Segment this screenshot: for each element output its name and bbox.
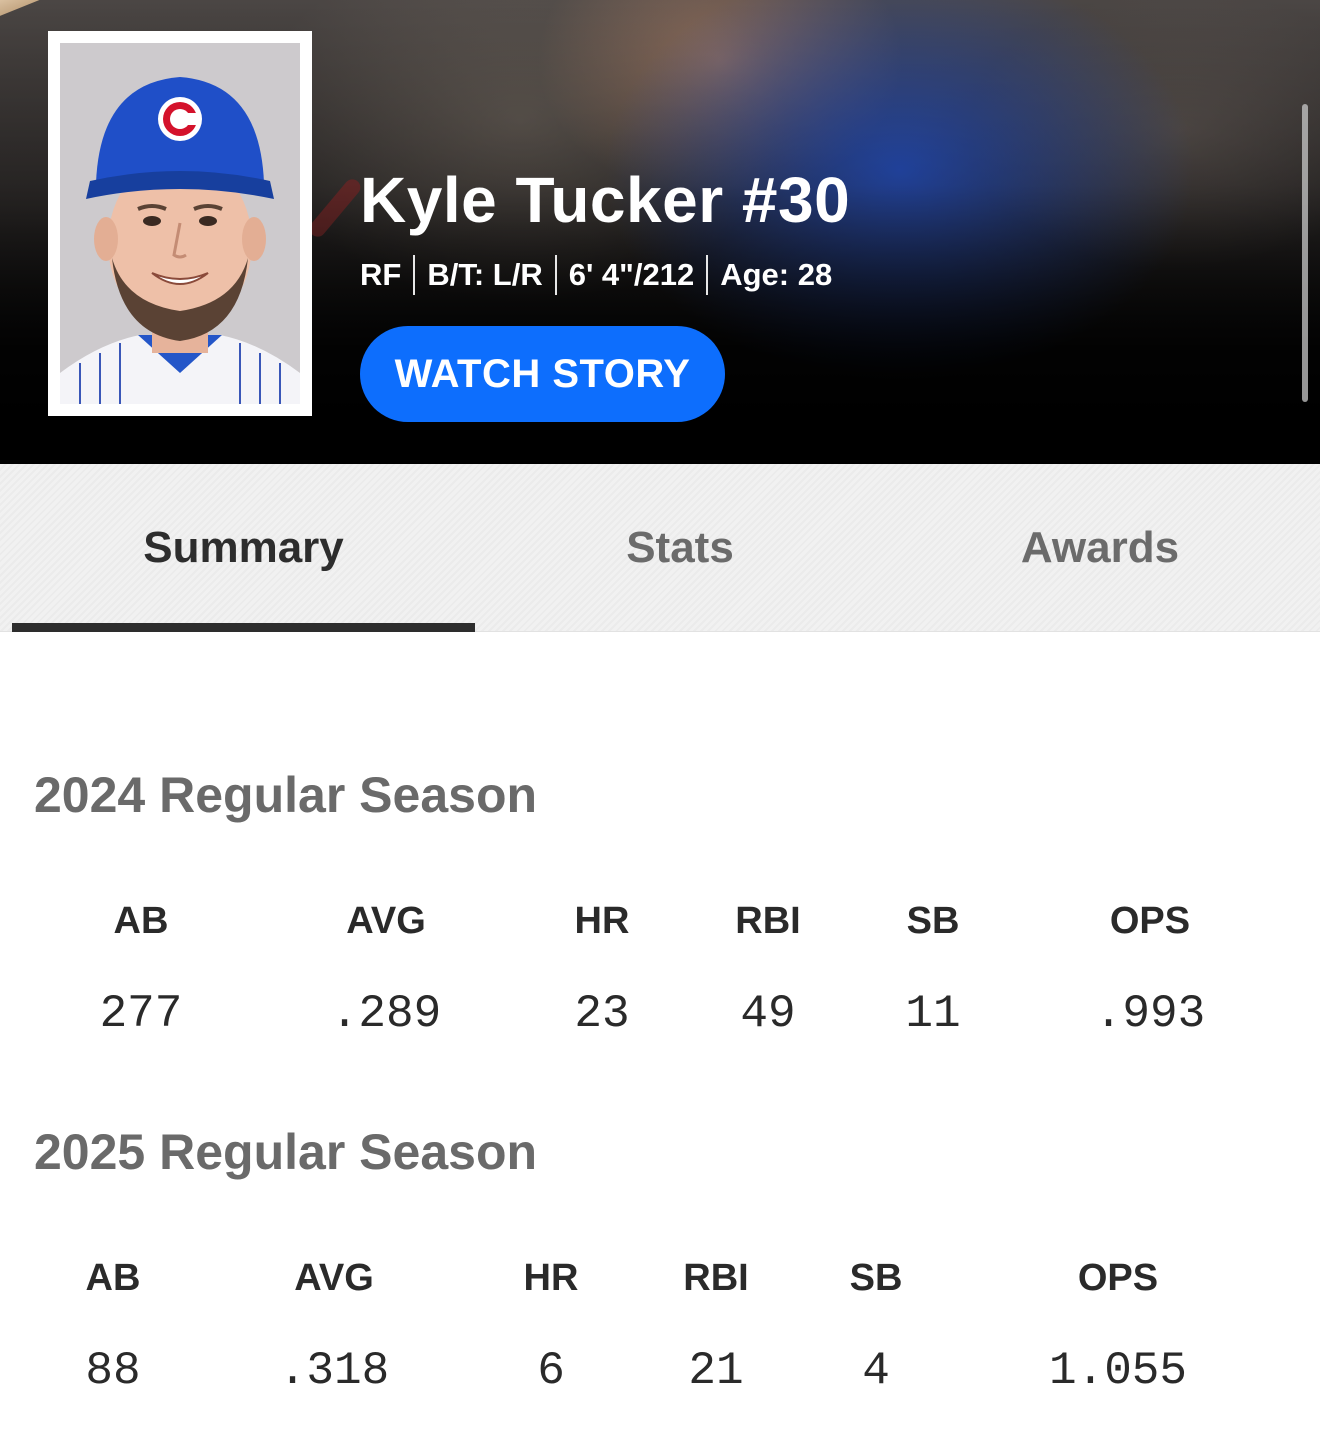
- stat-sb: SB 4: [776, 1255, 976, 1399]
- stat-value: .289: [330, 988, 442, 1040]
- stat-label: AVG: [294, 1257, 374, 1299]
- player-headshot-frame: [48, 31, 312, 416]
- player-height-weight: 6' 4"/212: [568, 257, 695, 292]
- player-age: Age: 28: [720, 257, 833, 292]
- player-name: Kyle Tucker #30: [360, 164, 851, 236]
- stat-value: 4: [862, 1345, 890, 1397]
- stat-ops: OPS 1.055: [1018, 1255, 1218, 1399]
- stat-value: 11: [905, 988, 961, 1040]
- stat-label: SB: [906, 900, 960, 942]
- stat-label: OPS: [1077, 1257, 1159, 1299]
- stat-ops: OPS .993: [1050, 898, 1250, 1042]
- watch-story-button[interactable]: WATCH STORY: [360, 326, 725, 422]
- tab-awards[interactable]: Awards: [880, 464, 1320, 632]
- stat-value: .318: [278, 1345, 390, 1397]
- stat-ab: AB 277: [41, 898, 241, 1042]
- stat-ab: AB 88: [13, 1255, 213, 1399]
- player-bats-throws: B/T: L/R: [427, 257, 543, 292]
- stat-label: AB: [113, 900, 169, 942]
- player-meta: RF B/T: L/R 6' 4"/212 Age: 28: [360, 253, 832, 297]
- stat-sb: SB 11: [833, 898, 1033, 1042]
- scrollbar[interactable]: [1302, 104, 1308, 402]
- season-title-2024: 2024 Regular Season: [34, 767, 538, 823]
- stat-label: OPS: [1109, 900, 1191, 942]
- stat-label: AB: [85, 1257, 141, 1299]
- stat-avg: AVG .318: [234, 1255, 434, 1399]
- season-title-2025: 2025 Regular Season: [34, 1124, 538, 1180]
- active-tab-indicator: [12, 623, 475, 632]
- profile-tabs: Summary Stats Awards: [0, 464, 1320, 632]
- stat-label: AVG: [346, 900, 426, 942]
- player-headshot: [60, 43, 300, 404]
- stat-value: 88: [85, 1345, 141, 1397]
- meta-divider: [554, 255, 557, 295]
- stat-value: .993: [1094, 988, 1206, 1040]
- tab-summary[interactable]: Summary: [12, 464, 475, 632]
- meta-divider: [413, 255, 416, 295]
- player-headshot-illustration: [60, 77, 300, 404]
- stat-value: 1.055: [1048, 1345, 1188, 1397]
- player-hero: Kyle Tucker #30 RF B/T: L/R 6' 4"/212 Ag…: [0, 0, 1320, 464]
- stat-avg: AVG .289: [286, 898, 486, 1042]
- player-position: RF: [360, 257, 402, 292]
- stat-label: SB: [849, 1257, 903, 1299]
- stat-value: 277: [99, 988, 183, 1040]
- meta-divider: [706, 255, 709, 295]
- tab-stats[interactable]: Stats: [460, 464, 900, 632]
